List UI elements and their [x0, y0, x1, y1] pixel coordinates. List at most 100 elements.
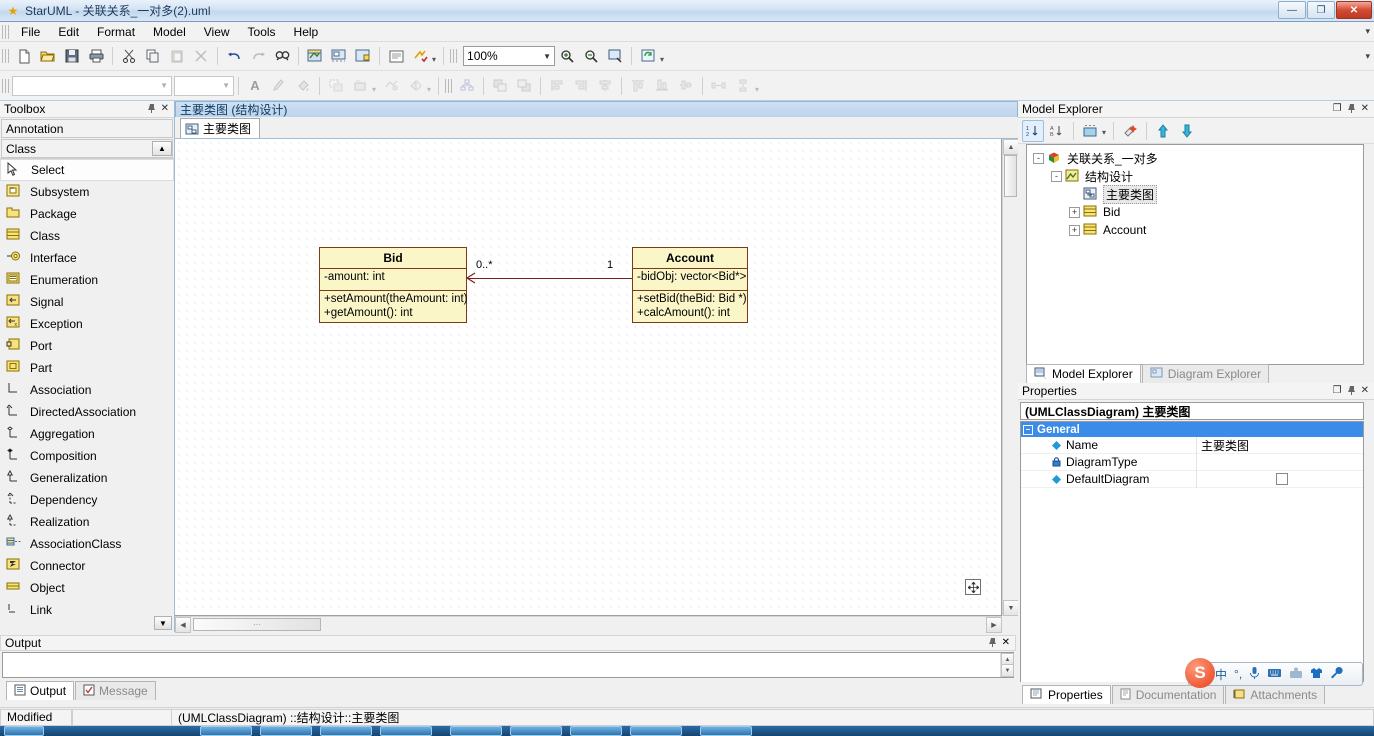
- properties-group-general[interactable]: − General: [1021, 422, 1363, 437]
- toolbox-item-link[interactable]: Link: [0, 599, 174, 621]
- align-center-icon[interactable]: [594, 75, 616, 97]
- toolbox-item-subsystem[interactable]: Subsystem: [0, 181, 174, 203]
- align-bottom-icon[interactable]: [651, 75, 673, 97]
- new-file-icon[interactable]: [13, 45, 35, 67]
- model-add-icon[interactable]: [304, 45, 326, 67]
- expander-icon[interactable]: +: [1069, 207, 1080, 218]
- expander-icon[interactable]: +: [1069, 225, 1080, 236]
- toolbar-more-icon[interactable]: ▾: [432, 55, 436, 70]
- menu-format[interactable]: Format: [88, 23, 144, 41]
- send-to-back-icon[interactable]: [513, 75, 535, 97]
- suppress-more-icon[interactable]: ▾: [427, 85, 431, 100]
- keyboard-icon[interactable]: [1267, 667, 1282, 681]
- close-icon[interactable]: ✕: [161, 103, 169, 116]
- toolbar-overflow-icon[interactable]: ▾: [1365, 51, 1370, 62]
- font-style-icon[interactable]: A: [244, 75, 266, 97]
- output-text-area[interactable]: ▲ ▼: [2, 652, 1014, 678]
- property-row-defaultdiagram[interactable]: DefaultDiagram: [1021, 471, 1363, 488]
- zoom-in-icon[interactable]: [556, 45, 578, 67]
- refresh-icon[interactable]: [637, 45, 659, 67]
- scroll-down-icon[interactable]: ▼: [1003, 600, 1019, 616]
- paste-icon[interactable]: [166, 45, 188, 67]
- taskbar-item[interactable]: [200, 726, 252, 736]
- space-horizontal-icon[interactable]: [708, 75, 730, 97]
- toolbox-item-select[interactable]: Select: [0, 159, 174, 181]
- line-color-icon[interactable]: [268, 75, 290, 97]
- close-icon[interactable]: ✕: [1361, 385, 1369, 398]
- align-middle-icon[interactable]: [675, 75, 697, 97]
- refresh-more-icon[interactable]: ▾: [660, 55, 664, 70]
- stereotype-more-icon[interactable]: ▾: [372, 85, 376, 100]
- validate-icon[interactable]: [409, 45, 431, 67]
- tab-message[interactable]: Message: [75, 681, 156, 700]
- toolbox-item-connector[interactable]: Connector: [0, 555, 174, 577]
- menu-tools[interactable]: Tools: [239, 23, 285, 41]
- sogou-logo-icon[interactable]: S: [1185, 658, 1215, 688]
- toolbox-item-associationclass[interactable]: AssociationClass: [0, 533, 174, 555]
- toolbox-item-realization[interactable]: Realization: [0, 511, 174, 533]
- maximize-icon[interactable]: ❐: [1333, 103, 1342, 116]
- scroll-left-icon[interactable]: ◀: [175, 617, 191, 633]
- microphone-icon[interactable]: [1249, 666, 1260, 682]
- zoom-combo[interactable]: 100% ▼: [463, 46, 555, 66]
- undo-icon[interactable]: [223, 45, 245, 67]
- tree-node-model[interactable]: - 结构设计: [1031, 167, 1363, 185]
- toolbox-item-interface[interactable]: Interface: [0, 247, 174, 269]
- layout-icon[interactable]: [456, 75, 478, 97]
- association-line[interactable]: [467, 278, 632, 279]
- menu-overflow-icon[interactable]: ▾: [1365, 26, 1370, 37]
- ime-punctuation-button[interactable]: °,: [1234, 667, 1242, 681]
- tree-node-class-bid[interactable]: + Bid: [1031, 203, 1363, 221]
- toolbox-group-class[interactable]: Class ▲: [1, 139, 173, 158]
- expander-icon[interactable]: -: [1051, 171, 1062, 182]
- toolbox-item-package[interactable]: Package: [0, 203, 174, 225]
- vertical-scroll-thumb[interactable]: [1004, 155, 1017, 197]
- taskbar-item[interactable]: [570, 726, 622, 736]
- tree-node-diagram[interactable]: 主要类图: [1031, 185, 1363, 203]
- ime-toolbox-icon[interactable]: [1289, 667, 1303, 682]
- toolbox-item-port[interactable]: Port: [0, 335, 174, 357]
- canvas-vertical-scrollbar[interactable]: ▲ ▼: [1002, 139, 1018, 616]
- chevron-down-icon[interactable]: ▾: [1102, 128, 1106, 143]
- property-row-diagramtype[interactable]: DiagramType: [1021, 454, 1363, 471]
- cut-icon[interactable]: [118, 45, 140, 67]
- scroll-right-icon[interactable]: ▶: [986, 617, 1002, 633]
- property-value[interactable]: 主要类图: [1196, 437, 1363, 454]
- tree-node-class-account[interactable]: + Account: [1031, 221, 1363, 239]
- sort-by-order-icon[interactable]: 12: [1022, 120, 1044, 142]
- default-diagram-checkbox[interactable]: [1276, 473, 1288, 485]
- close-button[interactable]: ✕: [1336, 1, 1372, 19]
- pin-icon[interactable]: [1347, 103, 1356, 116]
- pin-icon[interactable]: [1347, 385, 1356, 398]
- property-row-name[interactable]: Name 主要类图: [1021, 437, 1363, 454]
- taskbar-item[interactable]: [320, 726, 372, 736]
- bring-to-front-icon[interactable]: [489, 75, 511, 97]
- scroll-down-icon[interactable]: ▼: [1001, 664, 1014, 677]
- ime-mode-button[interactable]: 中: [1215, 666, 1227, 683]
- taskbar-item[interactable]: [510, 726, 562, 736]
- taskbar-item[interactable]: [630, 726, 682, 736]
- tab-properties[interactable]: Properties: [1022, 685, 1111, 704]
- toolbox-item-part[interactable]: Part: [0, 357, 174, 379]
- tab-documentation[interactable]: Documentation: [1112, 685, 1225, 704]
- diagram-tab[interactable]: 主要类图: [180, 118, 260, 138]
- menu-drag-grip[interactable]: [2, 25, 10, 39]
- minimize-button[interactable]: —: [1278, 1, 1306, 19]
- documentation-icon[interactable]: [385, 45, 407, 67]
- toolbar-drag-grip[interactable]: [2, 49, 10, 63]
- layout-drag-grip[interactable]: [445, 79, 453, 93]
- tab-output[interactable]: Output: [6, 681, 74, 700]
- toolbox-item-generalization[interactable]: Generalization: [0, 467, 174, 489]
- taskbar-item[interactable]: [260, 726, 312, 736]
- find-icon[interactable]: [271, 45, 293, 67]
- shadow-icon[interactable]: [325, 75, 347, 97]
- sort-alphabetical-icon[interactable]: AB: [1046, 120, 1068, 142]
- tab-model-explorer[interactable]: Model Explorer: [1026, 364, 1141, 383]
- format-drag-grip[interactable]: [2, 79, 10, 93]
- diagram-lock-icon[interactable]: [352, 45, 374, 67]
- scroll-up-icon[interactable]: ▲: [152, 141, 172, 156]
- pin-icon[interactable]: [147, 103, 156, 116]
- uml-class-account[interactable]: Account -bidObj: vector<Bid*> +setBid(th…: [632, 247, 748, 323]
- toolbox-scroll-down-button[interactable]: ▼: [154, 616, 172, 630]
- chevron-down-icon[interactable]: ▼: [160, 81, 168, 90]
